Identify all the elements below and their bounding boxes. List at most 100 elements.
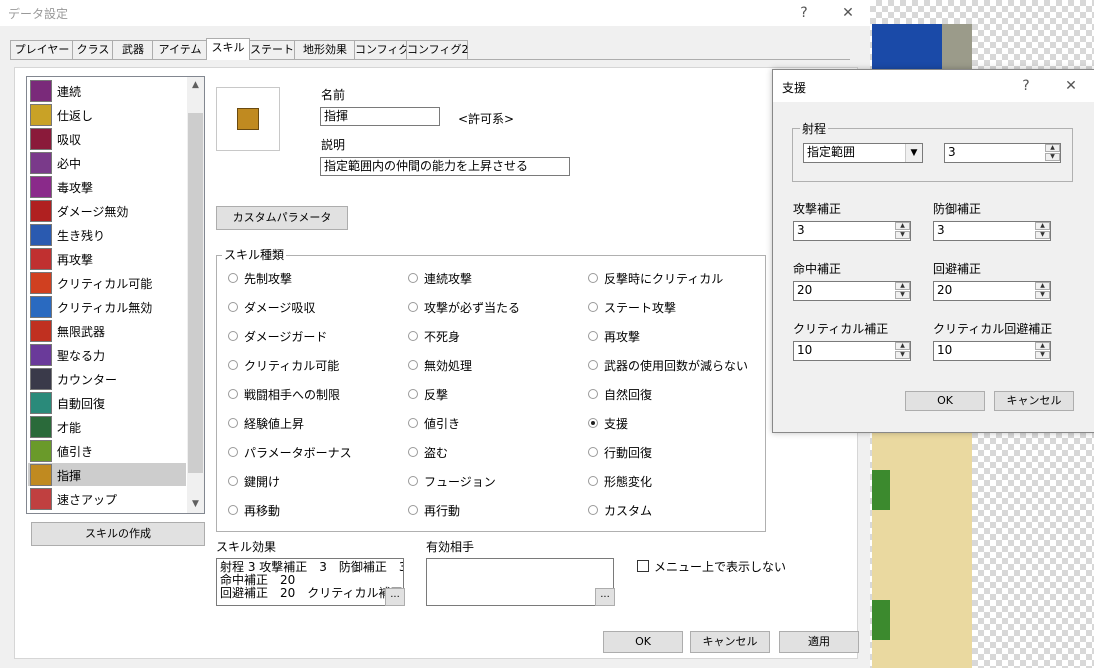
skill-list-item[interactable]: 吸収 [28,127,186,150]
radio-button[interactable] [408,418,418,428]
valid-target-label: 有効相手 [426,540,475,554]
support-field-input[interactable]: 3 [933,221,1051,241]
skill-list-scrollbar[interactable]: ▲ ▼ [187,77,204,513]
support-field-spinner[interactable]: ▲ ▼ [895,342,910,359]
range-spinner[interactable]: ▲ ▼ [1045,144,1060,161]
tab-state[interactable]: ステート [248,40,296,59]
skill-list-label: 毒攻撃 [57,181,94,195]
range-value-input[interactable]: 3 [944,143,1061,163]
radio-button[interactable] [228,273,238,283]
skill-list-item[interactable]: クリティカル無効 [28,295,186,318]
skill-list-item[interactable]: 必中 [28,151,186,174]
tab-config[interactable]: コンフィグ [354,40,409,59]
radio-button[interactable] [228,476,238,486]
support-field-input[interactable]: 10 [933,341,1051,361]
scroll-up-icon[interactable]: ▲ [187,77,204,94]
support-field-spinner[interactable]: ▲ ▼ [1035,282,1050,299]
radio-button[interactable] [588,505,598,515]
radio-button[interactable] [408,273,418,283]
radio-button[interactable] [588,360,598,370]
skill-list-item[interactable]: 速さアップ [28,487,186,510]
radio-button[interactable] [588,418,598,428]
skill-list-item[interactable]: 才能 [28,415,186,438]
skill-list-label: ダメージ無効 [57,205,129,219]
radio-label: 無効処理 [424,359,473,373]
skill-list-item[interactable]: 無限武器 [28,319,186,342]
scroll-down-icon[interactable]: ▼ [187,496,204,513]
radio-button[interactable] [408,476,418,486]
support-cancel-button[interactable]: キャンセル [994,391,1074,411]
cancel-button[interactable]: キャンセル [690,631,770,653]
skill-list-item[interactable]: カウンター [28,367,186,390]
radio-button[interactable] [408,389,418,399]
skill-list-label: 才能 [57,421,82,435]
valid-target-edit-button[interactable]: ... [595,588,615,606]
tab-player[interactable]: プレイヤー [10,40,74,59]
support-field-spinner[interactable]: ▲ ▼ [1035,342,1050,359]
skill-list-item[interactable]: 指揮 [28,463,186,486]
support-field-input[interactable]: 20 [793,281,911,301]
radio-button[interactable] [228,302,238,312]
tab-terrain[interactable]: 地形効果 [294,40,356,59]
chevron-down-icon[interactable]: ▼ [905,144,922,162]
close-icon[interactable]: ✕ [1057,75,1085,97]
radio-button[interactable] [408,302,418,312]
skill-list-item[interactable]: 仕返し [28,103,186,126]
radio-button[interactable] [588,331,598,341]
radio-button[interactable] [408,505,418,515]
radio-button[interactable] [588,389,598,399]
skill-list[interactable]: 連続 仕返し 吸収 必中毒攻撃ダメージ無効生き残り再攻撃クリティカル可能 クリティカル無… [26,76,205,514]
radio-button[interactable] [228,360,238,370]
radio-label: ダメージ吸収 [244,301,316,315]
radio-label: 値引き [424,417,461,431]
skill-list-item[interactable]: 再攻撃 [28,247,186,270]
skill-list-item[interactable]: ダメージ無効 [28,199,186,222]
custom-parameter-button[interactable]: カスタムパラメータ [216,206,348,230]
skill-icon-preview[interactable] [216,87,280,151]
radio-button[interactable] [588,476,598,486]
tab-config2[interactable]: コンフィグ2 [406,40,468,59]
skill-list-item[interactable]: 生き残り [28,223,186,246]
tab-skill[interactable]: スキル [206,38,250,60]
ok-button[interactable]: OK [603,631,683,653]
help-icon[interactable]: ? [1012,75,1040,97]
support-ok-button[interactable]: OK [905,391,985,411]
radio-button[interactable] [228,505,238,515]
skill-list-label: 再攻撃 [57,253,94,267]
skill-list-item[interactable]: クリティカル可能 [28,271,186,294]
radio-button[interactable] [228,389,238,399]
radio-button[interactable] [588,273,598,283]
close-icon[interactable]: ✕ [834,2,862,24]
radio-button[interactable] [588,302,598,312]
skill-list-item[interactable]: 聖なる力 [28,343,186,366]
support-field-spinner[interactable]: ▲ ▼ [1035,222,1050,239]
create-skill-button[interactable]: スキルの作成 [31,522,205,546]
support-field-input[interactable]: 10 [793,341,911,361]
radio-button[interactable] [588,447,598,457]
support-field-spinner[interactable]: ▲ ▼ [895,282,910,299]
support-field-spinner[interactable]: ▲ ▼ [895,222,910,239]
radio-button[interactable] [408,360,418,370]
radio-button[interactable] [228,447,238,457]
description-field[interactable]: 指定範囲内の仲間の能力を上昇させる [320,157,570,176]
name-field[interactable]: 指揮 [320,107,440,126]
tab-item[interactable]: アイテム [152,40,208,59]
skill-list-item[interactable]: 値引き [28,439,186,462]
tab-class[interactable]: クラス [72,40,114,59]
apply-button[interactable]: 適用 [779,631,859,653]
radio-button[interactable] [228,418,238,428]
radio-button[interactable] [408,331,418,341]
hide-menu-checkbox[interactable] [637,560,649,572]
radio-button[interactable] [408,447,418,457]
radio-label: 不死身 [424,330,461,344]
support-field-input[interactable]: 3 [793,221,911,241]
tab-weapon[interactable]: 武器 [112,40,154,59]
skill-list-item[interactable]: 自動回復 [28,391,186,414]
scroll-thumb[interactable] [188,113,203,473]
radio-button[interactable] [228,331,238,341]
skill-effect-edit-button[interactable]: ... [385,588,405,606]
skill-list-item[interactable]: 毒攻撃 [28,175,186,198]
help-icon[interactable]: ? [790,2,818,24]
skill-list-item[interactable]: 連続 [28,79,186,102]
support-field-input[interactable]: 20 [933,281,1051,301]
